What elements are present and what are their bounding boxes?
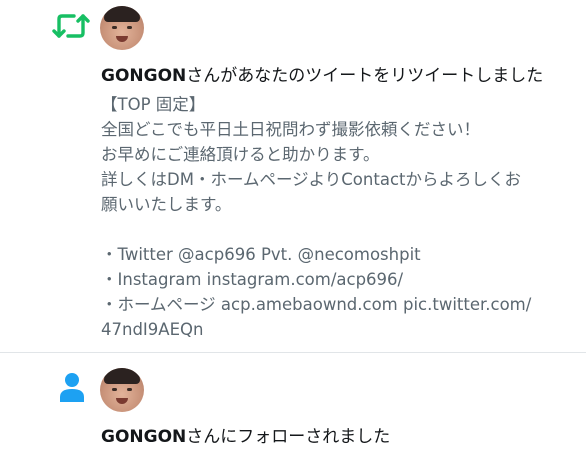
tweet-line: 願いいたします。 — [101, 195, 232, 214]
notification-headline: GONGONさんがあなたのツイートをリツイートしました — [101, 65, 543, 87]
avatar[interactable] — [100, 6, 144, 50]
person-icon — [60, 373, 84, 402]
tweet-line — [101, 217, 571, 242]
tweet-line: ・Twitter @acp696 Pvt. @necomoshpit — [101, 245, 421, 264]
tweet-text[interactable]: 【TOP 固定】 全国どこでも平日土日祝問わず撮影依頼ください！ お早めにご連絡… — [101, 92, 571, 342]
avatar[interactable] — [100, 368, 144, 412]
user-name[interactable]: GONGON — [101, 66, 186, 86]
tweet-line: ・ホームページ acp.amebaownd.com pic.twitter.co… — [101, 295, 532, 314]
action-text: さんがあなたのツイートをリツイートしました — [186, 66, 544, 86]
retweet-icon — [52, 14, 90, 38]
user-name[interactable]: GONGON — [101, 427, 186, 447]
tweet-line: 【TOP 固定】 — [101, 95, 206, 114]
notification-retweet[interactable]: GONGONさんがあなたのツイートをリツイートしました 【TOP 固定】 全国ど… — [0, 0, 586, 353]
tweet-line: お早めにご連絡頂けると助かります。 — [101, 145, 380, 164]
tweet-line: 詳しくはDM・ホームページよりContactからよろしくお — [101, 170, 521, 189]
tweet-line: ・Instagram instagram.com/acp696/ — [101, 270, 404, 289]
tweet-line: 47ndI9AEQn — [101, 320, 204, 339]
notification-headline: GONGONさんにフォローされました — [101, 426, 390, 448]
action-text: さんにフォローされました — [186, 427, 391, 447]
tweet-line: 全国どこでも平日土日祝問わず撮影依頼ください！ — [101, 120, 481, 139]
notification-follow[interactable]: GONGONさんにフォローされました — [0, 353, 586, 455]
